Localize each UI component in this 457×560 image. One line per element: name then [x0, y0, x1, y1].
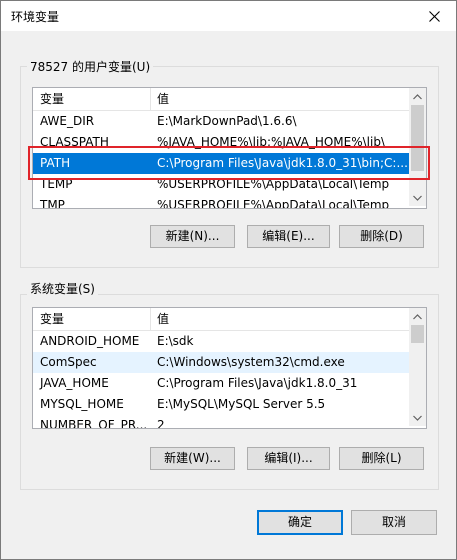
system-variables-scrollbar[interactable]: [409, 308, 426, 426]
var-name: AWE_DIR: [40, 114, 95, 128]
system-variables-label: 系统变量(S): [27, 280, 98, 297]
annotation-highlight: [28, 146, 430, 180]
var-name: JAVA_HOME: [40, 376, 109, 390]
system-var-row-hovered[interactable]: ComSpec C:\Windows\system32\cmd.exe: [33, 352, 409, 373]
var-value: %USERPROFILE%\AppData\Local\Temp: [157, 198, 390, 209]
user-delete-button[interactable]: 删除(D): [339, 225, 424, 248]
chevron-down-icon: [413, 415, 422, 421]
column-header-value[interactable]: 值: [150, 88, 407, 110]
user-variables-label: 78527 的用户变量(U): [27, 58, 154, 75]
column-header-value[interactable]: 值: [150, 308, 407, 330]
var-value: E:\MySQL\MySQL Server 5.5: [157, 397, 326, 411]
column-header-variable[interactable]: 变量: [33, 88, 150, 110]
cancel-button[interactable]: 取消: [351, 510, 437, 535]
ok-button[interactable]: 确定: [257, 510, 343, 535]
system-var-row[interactable]: ANDROID_HOME E:\sdk: [33, 331, 409, 352]
var-name: MYSQL_HOME: [40, 397, 124, 411]
var-name: TMP: [40, 198, 65, 209]
chevron-up-icon: [413, 93, 422, 99]
scroll-down-button[interactable]: [409, 189, 426, 206]
window-title: 环境变量: [11, 10, 60, 24]
user-variables-header: 变量 值: [33, 88, 426, 111]
user-var-row[interactable]: TMP %USERPROFILE%\AppData\Local\Temp: [33, 195, 409, 209]
user-edit-button[interactable]: 编辑(E)...: [247, 225, 330, 248]
chevron-up-icon: [413, 313, 422, 319]
scroll-thumb[interactable]: [411, 325, 424, 343]
system-var-row[interactable]: MYSQL_HOME E:\MySQL\MySQL Server 5.5: [33, 394, 409, 415]
system-new-button[interactable]: 新建(W)...: [150, 447, 235, 470]
column-header-variable[interactable]: 变量: [33, 308, 150, 330]
system-variables-header: 变量 值: [33, 308, 426, 331]
var-name: ANDROID_HOME: [40, 334, 140, 348]
var-value: C:\Program Files\Java\jdk1.8.0_31: [157, 376, 358, 390]
chevron-down-icon: [413, 195, 422, 201]
var-name: ComSpec: [40, 355, 97, 369]
system-delete-button[interactable]: 删除(L): [339, 447, 424, 470]
scroll-down-button[interactable]: [409, 409, 426, 426]
scroll-up-button[interactable]: [409, 88, 426, 105]
var-value: E:\sdk: [157, 334, 194, 348]
close-icon: [428, 10, 440, 22]
scroll-up-button[interactable]: [409, 308, 426, 325]
user-var-row[interactable]: AWE_DIR E:\MarkDownPad\1.6.6\: [33, 111, 409, 132]
system-variables-list[interactable]: 变量 值 ANDROID_HOME E:\sdk ComSpec C:\Wind…: [32, 307, 427, 429]
var-value: E:\MarkDownPad\1.6.6\: [157, 114, 297, 128]
var-name: NUMBER_OF_PR...: [40, 418, 148, 429]
system-var-row[interactable]: NUMBER_OF_PR... 2: [33, 415, 409, 429]
var-value: C:\Windows\system32\cmd.exe: [157, 355, 345, 369]
system-edit-button[interactable]: 编辑(I)...: [247, 447, 330, 470]
user-new-button[interactable]: 新建(N)...: [150, 225, 235, 248]
system-var-row[interactable]: JAVA_HOME C:\Program Files\Java\jdk1.8.0…: [33, 373, 409, 394]
close-button[interactable]: [412, 1, 456, 31]
var-value: 2: [157, 418, 165, 429]
title-bar: 环境变量: [1, 1, 456, 31]
environment-variables-dialog: 环境变量 78527 的用户变量(U) 变量 值 AWE_DIR E:\Mark…: [0, 0, 457, 560]
